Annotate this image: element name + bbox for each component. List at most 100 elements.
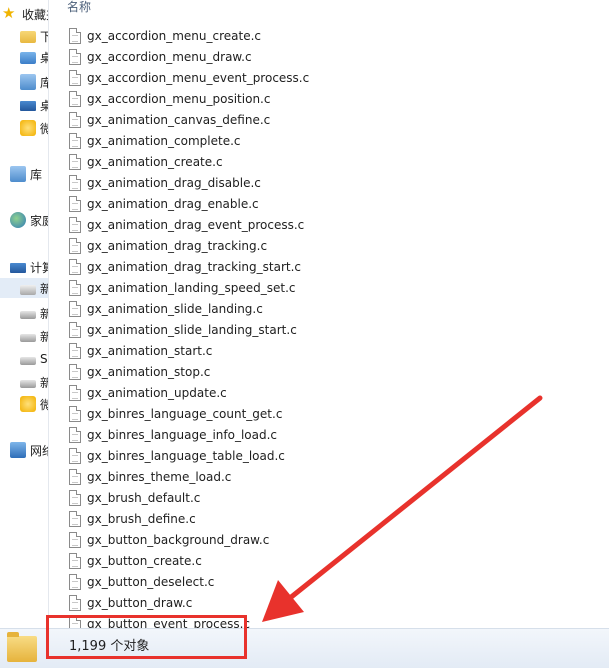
nav-item-label: 新加卷 [40, 374, 48, 391]
file-name: gx_animation_complete.c [87, 134, 241, 148]
star-icon [2, 4, 18, 22]
nav-item-label: 桌面 [40, 97, 48, 114]
file-name: gx_accordion_menu_event_process.c [87, 71, 310, 85]
file-name: gx_animation_drag_tracking.c [87, 239, 268, 253]
file-row[interactable]: gx_animation_landing_speed_set.c [49, 278, 609, 299]
desktop-folder-icon [20, 52, 36, 64]
nav-item-label: 新加卷 [40, 305, 48, 322]
file-row[interactable]: gx_animation_slide_landing.c [49, 299, 609, 320]
folder-icon [7, 632, 37, 662]
c-source-file-icon [69, 553, 81, 569]
nav-item-desktop[interactable]: 桌面 [0, 95, 48, 115]
nav-item-label: SD [40, 352, 48, 366]
file-row[interactable]: gx_accordion_menu_create.c [49, 26, 609, 47]
file-name: gx_brush_define.c [87, 512, 196, 526]
file-name: gx_button_create.c [87, 554, 202, 568]
file-row[interactable]: gx_animation_drag_disable.c [49, 173, 609, 194]
nav-item-drive-sd[interactable]: SD [0, 349, 48, 369]
file-name: gx_animation_drag_tracking_start.c [87, 260, 302, 274]
nav-item-label: 新加卷 [40, 328, 48, 345]
c-source-file-icon [69, 70, 81, 86]
file-name: gx_animation_drag_event_process.c [87, 218, 305, 232]
c-source-file-icon [69, 595, 81, 611]
c-source-file-icon [69, 154, 81, 170]
nav-item-label: 收藏夹 [22, 7, 48, 22]
file-name: gx_binres_language_info_load.c [87, 428, 278, 442]
nav-item-drive-g[interactable]: 新加卷 [0, 372, 48, 392]
file-name: gx_button_background_draw.c [87, 533, 270, 547]
c-source-file-icon [69, 175, 81, 191]
file-row[interactable]: gx_binres_language_info_load.c [49, 425, 609, 446]
file-row[interactable]: gx_accordion_menu_event_process.c [49, 68, 609, 89]
file-name: gx_accordion_menu_draw.c [87, 50, 252, 64]
file-row[interactable]: gx_accordion_menu_position.c [49, 89, 609, 110]
file-row[interactable]: gx_animation_canvas_define.c [49, 110, 609, 131]
file-row[interactable]: gx_animation_start.c [49, 341, 609, 362]
c-source-file-icon [69, 49, 81, 65]
column-header-name[interactable]: 名称 [49, 0, 609, 16]
nav-item-label: 微云 [40, 396, 48, 413]
network-icon [10, 442, 26, 458]
file-row[interactable]: gx_brush_default.c [49, 488, 609, 509]
file-row[interactable]: gx_animation_drag_tracking.c [49, 236, 609, 257]
file-row[interactable]: gx_animation_update.c [49, 383, 609, 404]
drive-icon [20, 380, 36, 388]
file-row[interactable]: gx_animation_slide_landing_start.c [49, 320, 609, 341]
file-row[interactable]: gx_button_create.c [49, 551, 609, 572]
c-source-file-icon [69, 238, 81, 254]
c-source-file-icon [69, 301, 81, 317]
file-list[interactable]: gx_accordion_menu_create.c gx_accordion_m… [49, 26, 609, 628]
file-row[interactable]: gx_button_background_draw.c [49, 530, 609, 551]
file-row[interactable]: gx_animation_create.c [49, 152, 609, 173]
nav-item-drive-e[interactable]: 新加卷 [0, 326, 48, 346]
file-name: gx_brush_default.c [87, 491, 201, 505]
file-row[interactable]: gx_binres_theme_load.c [49, 467, 609, 488]
file-row[interactable]: gx_animation_drag_tracking_start.c [49, 257, 609, 278]
library-folder-icon [20, 74, 36, 90]
nav-item-label: 下载 [40, 28, 48, 45]
file-row[interactable]: gx_animation_stop.c [49, 362, 609, 383]
nav-item-weiyun[interactable]: 微云 [0, 118, 48, 138]
file-row[interactable]: gx_button_draw.c [49, 593, 609, 614]
c-source-file-icon [69, 91, 81, 107]
file-row[interactable]: gx_animation_drag_enable.c [49, 194, 609, 215]
nav-item-computer[interactable]: 计算机 [0, 257, 48, 277]
library-icon [10, 166, 26, 182]
column-header-label: 名称 [67, 0, 92, 14]
nav-item-libraries[interactable]: 库 [0, 164, 48, 184]
file-row[interactable]: gx_animation_drag_event_process.c [49, 215, 609, 236]
file-row[interactable]: gx_binres_language_table_load.c [49, 446, 609, 467]
nav-item-weiyun-drive[interactable]: 微云 [0, 394, 48, 414]
file-row[interactable]: gx_binres_language_count_get.c [49, 404, 609, 425]
file-row[interactable]: gx_animation_complete.c [49, 131, 609, 152]
c-source-file-icon [69, 511, 81, 527]
nav-item-network[interactable]: 网络 [0, 440, 48, 460]
c-source-file-icon [69, 28, 81, 44]
nav-item-homegroup[interactable]: 家庭组 [0, 210, 48, 230]
c-source-file-icon [69, 343, 81, 359]
nav-item-desktop-folder[interactable]: 桌面 [0, 47, 48, 67]
file-name: gx_animation_create.c [87, 155, 223, 169]
nav-item-drive-c[interactable]: 新加卷 [0, 278, 48, 298]
nav-item-library-folder[interactable]: 库 [0, 72, 48, 92]
drive-icon [20, 357, 36, 365]
homegroup-icon [10, 212, 26, 228]
file-row[interactable]: gx_accordion_menu_draw.c [49, 47, 609, 68]
navigation-pane: 收藏夹 下载 桌面 库 桌面 微云 库 家庭组 计算机 新加卷 新加卷 [0, 0, 49, 628]
nav-item-label: 库 [30, 167, 43, 182]
drive-c-icon [20, 284, 36, 295]
nav-item-drive-d[interactable]: 新加卷 [0, 303, 48, 323]
nav-item-label: 库 [40, 74, 48, 91]
c-source-file-icon [69, 133, 81, 149]
c-source-file-icon [69, 196, 81, 212]
nav-item-label: 新加卷 [40, 280, 48, 297]
drive-icon [20, 334, 36, 342]
nav-item-favorites[interactable]: 收藏夹 [0, 4, 48, 24]
file-row[interactable]: gx_button_deselect.c [49, 572, 609, 593]
file-name: gx_animation_update.c [87, 386, 227, 400]
desktop-icon [20, 101, 36, 111]
file-row[interactable]: gx_brush_define.c [49, 509, 609, 530]
cloud-icon [20, 120, 36, 136]
file-name: gx_animation_drag_disable.c [87, 176, 261, 190]
nav-item-downloads[interactable]: 下载 [0, 26, 48, 46]
